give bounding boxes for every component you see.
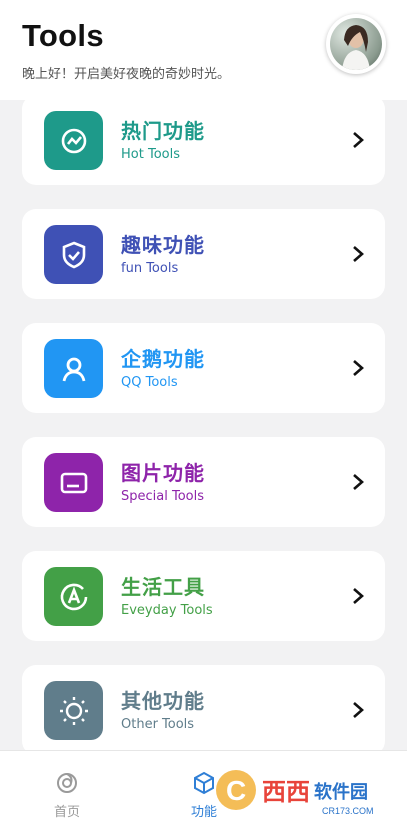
home-icon — [57, 773, 77, 793]
card-subtitle: Hot Tools — [121, 147, 180, 162]
card-subtitle: Special Tools — [121, 489, 204, 504]
a-circle-icon — [44, 567, 103, 626]
svg-text:CR173.COM: CR173.COM — [322, 806, 374, 816]
tool-card-hot[interactable]: 热门功能 Hot Tools — [22, 100, 385, 185]
card-subtitle: Other Tools — [121, 717, 195, 732]
tool-card-other[interactable]: 其他功能 Other Tools — [22, 665, 385, 750]
card-subtitle: fun Tools — [121, 261, 179, 276]
card-subtitle: Eveyday Tools — [121, 603, 213, 618]
card-title: 生活工具 — [121, 575, 205, 599]
hot-tools-icon — [44, 111, 103, 170]
card-title: 热门功能 — [121, 119, 205, 143]
svg-text:软件园: 软件园 — [314, 781, 368, 803]
app-header: Tools 晚上好！开启美好夜晚的奇妙时光。 — [0, 0, 407, 100]
tool-card-qq[interactable]: 企鹅功能 QQ Tools — [22, 323, 385, 413]
chevron-right-icon — [353, 360, 364, 376]
chevron-right-icon — [353, 132, 364, 148]
chevron-right-icon — [353, 246, 364, 262]
svg-text:C: C — [226, 775, 246, 806]
tab-home[interactable]: 首页 — [17, 751, 117, 829]
card-title: 图片功能 — [121, 461, 205, 485]
chevron-right-icon — [353, 474, 364, 490]
greeting-text: 晚上好！开启美好夜晚的奇妙时光。 — [22, 67, 231, 82]
sun-icon — [44, 681, 103, 740]
user-icon — [44, 339, 103, 398]
page-title: Tools — [22, 18, 104, 53]
avatar[interactable] — [326, 14, 386, 74]
tool-card-fun[interactable]: 趣味功能 fun Tools — [22, 209, 385, 299]
tool-card-image[interactable]: 图片功能 Special Tools — [22, 437, 385, 527]
svg-text:西西: 西西 — [262, 778, 310, 806]
card-title: 其他功能 — [121, 689, 205, 713]
tool-card-everyday[interactable]: 生活工具 Eveyday Tools — [22, 551, 385, 641]
card-subtitle: QQ Tools — [121, 375, 178, 390]
shield-check-icon — [44, 225, 103, 284]
tab-label: 首页 — [53, 805, 80, 820]
chevron-right-icon — [353, 702, 364, 718]
chevron-right-icon — [353, 588, 364, 604]
card-icon — [44, 453, 103, 512]
card-title: 趣味功能 — [121, 233, 205, 257]
avatar-image — [330, 18, 382, 70]
tool-list: 热门功能 Hot Tools 趣味功能 fun Tools 企鹅功能 QQ To… — [0, 100, 407, 750]
site-watermark: C 西西 软件园 CR173.COM — [212, 764, 402, 820]
card-title: 企鹅功能 — [121, 347, 205, 371]
